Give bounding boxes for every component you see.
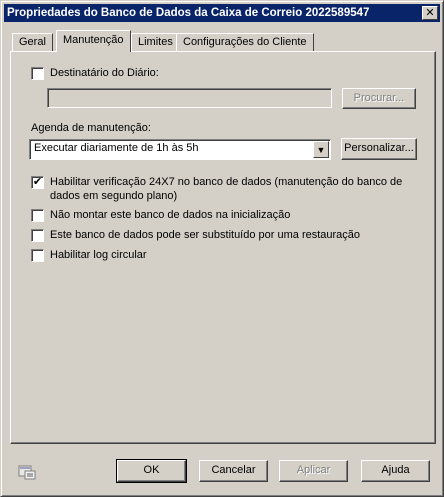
tab-configuracoes-cliente[interactable]: Configurações do Cliente [176,33,314,51]
ok-button[interactable]: OK [116,459,187,483]
journal-recipient-label: Destinatário do Diário: [50,67,159,79]
journal-recipient-field [47,88,332,108]
apply-button: Aplicar [279,460,348,482]
online-verification-checkbox[interactable]: ✔ [31,176,44,189]
window-title: Propriedades do Banco de Dados da Caixa … [7,7,370,19]
schedule-selected-value: Executar diariamente de 1h às 5h [34,142,199,154]
schedule-label: Agenda de manutenção: [31,122,151,134]
chevron-down-icon[interactable]: ▼ [313,141,329,158]
overwrite-by-restore-checkbox[interactable] [31,229,44,242]
close-button[interactable]: ✕ [422,6,438,20]
close-icon: ✕ [425,7,435,19]
tab-manutencao[interactable]: Manutenção [56,30,131,52]
maintenance-panel: Destinatário do Diário: Procurar... Agen… [10,51,436,444]
tab-geral[interactable]: Geral [12,33,53,51]
overwrite-by-restore-label: Este banco de dados pode ser substituído… [50,229,361,241]
journal-recipient-checkbox[interactable] [31,67,44,80]
title-bar[interactable]: Propriedades do Banco de Dados da Caixa … [4,4,440,22]
customize-button[interactable]: Personalizar... [341,138,417,160]
cancel-button[interactable]: Cancelar [199,460,268,482]
do-not-mount-checkbox[interactable] [31,209,44,222]
do-not-mount-label: Não montar este banco de dados na inicia… [50,209,291,221]
browse-button: Procurar... [342,88,416,109]
online-verification-label: Habilitar verificação 24X7 no banco de d… [50,176,403,202]
help-topics-icon[interactable] [18,464,36,480]
tab-limites[interactable]: Limites [131,33,180,51]
properties-dialog: Propriedades do Banco de Dados da Caixa … [0,0,444,497]
tab-label: Limites [138,36,173,48]
circular-logging-label: Habilitar log circular [50,249,147,261]
tab-label: Manutenção [63,34,124,46]
help-button[interactable]: Ajuda [361,460,430,482]
tab-label: Configurações do Cliente [183,36,307,48]
tab-label: Geral [19,36,46,48]
schedule-select[interactable]: Executar diariamente de 1h às 5h ▼ [29,139,331,160]
circular-logging-checkbox[interactable] [31,249,44,262]
check-icon: ✔ [32,176,43,188]
